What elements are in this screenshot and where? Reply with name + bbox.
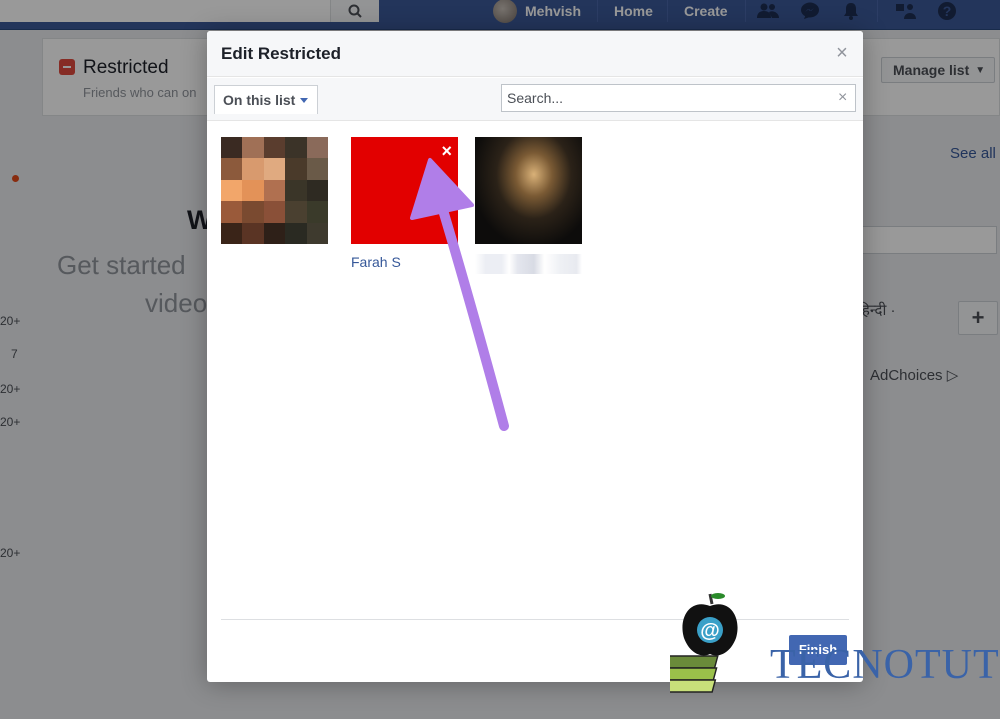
edit-list-dialog: Edit Restricted × On this list × × Farah… (207, 31, 863, 682)
friend-tile[interactable]: × Farah S (351, 137, 458, 274)
filter-label: On this list (223, 92, 296, 108)
dialog-toolbar: On this list × (207, 78, 863, 121)
friend-tile[interactable] (221, 137, 328, 274)
close-icon[interactable]: × (834, 43, 850, 63)
dialog-title: Edit Restricted (221, 44, 341, 63)
caret-down-icon (300, 97, 309, 103)
svg-text:@: @ (700, 620, 720, 642)
remove-icon[interactable]: × (441, 141, 452, 162)
friend-name[interactable] (221, 254, 328, 274)
friend-tile[interactable] (475, 137, 582, 274)
dialog-header: Edit Restricted × (207, 31, 863, 77)
tecnotuto-logo: @ (670, 593, 738, 693)
friend-search-input[interactable] (501, 84, 856, 112)
friend-name[interactable]: Farah S (351, 254, 458, 274)
watermark-text: TECNOTUTO (770, 642, 1000, 688)
friend-photo[interactable]: × (351, 137, 458, 244)
blurred-friend-name (475, 254, 582, 274)
pixelated-portrait (221, 137, 328, 244)
clear-search-icon[interactable]: × (838, 89, 847, 107)
friend-photo[interactable] (221, 137, 328, 244)
friend-photo[interactable] (475, 137, 582, 244)
on-this-list-dropdown[interactable]: On this list (214, 85, 318, 114)
